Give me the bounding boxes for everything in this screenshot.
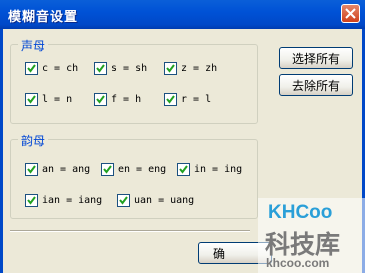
finals-group: 韵母 bbox=[10, 132, 258, 219]
checkbox-box[interactable] bbox=[25, 62, 38, 75]
watermark: KHCoo 科技库 khcoo.com bbox=[258, 198, 365, 273]
checkbox-label: l = n bbox=[42, 94, 73, 105]
check-icon bbox=[27, 95, 36, 104]
check-icon bbox=[27, 64, 36, 73]
close-button[interactable] bbox=[341, 4, 360, 23]
check-icon bbox=[179, 165, 188, 174]
checkbox-label: uan = uang bbox=[134, 195, 195, 206]
window-title: 模糊音设置 bbox=[8, 10, 79, 25]
checkbox-label: en = eng bbox=[118, 164, 167, 175]
checkbox-box[interactable] bbox=[94, 93, 107, 106]
checkbox-l-n[interactable]: l = n bbox=[25, 93, 72, 106]
check-icon bbox=[27, 196, 36, 205]
finals-legend: 韵母 bbox=[18, 132, 49, 149]
checkbox-an-ang[interactable]: an = ang bbox=[25, 163, 90, 176]
checkbox-box[interactable] bbox=[117, 194, 130, 207]
checkbox-s-sh[interactable]: s = sh bbox=[94, 62, 147, 75]
checkbox-box[interactable] bbox=[94, 62, 107, 75]
checkbox-label: ian = iang bbox=[42, 195, 103, 206]
check-icon bbox=[96, 95, 105, 104]
check-icon bbox=[166, 95, 175, 104]
title-bar: 模糊音设置 bbox=[0, 0, 365, 29]
checkbox-uan-uang[interactable]: uan = uang bbox=[117, 194, 194, 207]
checkbox-label: f = h bbox=[111, 94, 142, 105]
check-icon bbox=[103, 165, 112, 174]
initials-group: 声母 bbox=[10, 37, 258, 124]
check-icon bbox=[166, 64, 175, 73]
checkbox-box[interactable] bbox=[164, 93, 177, 106]
initials-legend: 声母 bbox=[18, 37, 49, 54]
checkbox-f-h[interactable]: f = h bbox=[94, 93, 141, 106]
checkbox-z-zh[interactable]: z = zh bbox=[164, 62, 217, 75]
watermark-url: khcoo.com bbox=[266, 256, 330, 270]
checkbox-en-eng[interactable]: en = eng bbox=[101, 163, 166, 176]
check-icon bbox=[96, 64, 105, 73]
checkbox-label: z = zh bbox=[181, 63, 218, 74]
checkbox-box[interactable] bbox=[25, 93, 38, 106]
check-icon bbox=[27, 165, 36, 174]
checkbox-label: r = l bbox=[181, 94, 212, 105]
checkbox-c-ch[interactable]: c = ch bbox=[25, 62, 78, 75]
checkbox-box[interactable] bbox=[25, 163, 38, 176]
remove-all-button[interactable]: 去除所有 bbox=[279, 74, 353, 96]
checkbox-box[interactable] bbox=[177, 163, 190, 176]
separator-line bbox=[10, 230, 250, 232]
confirm-button-label: 确 bbox=[212, 246, 225, 261]
select-all-button[interactable]: 选择所有 bbox=[279, 47, 353, 69]
checkbox-box[interactable] bbox=[25, 194, 38, 207]
check-icon bbox=[119, 196, 128, 205]
checkbox-in-ing[interactable]: in = ing bbox=[177, 163, 242, 176]
watermark-logo: KHCoo bbox=[268, 202, 333, 223]
checkbox-label: an = ang bbox=[42, 164, 91, 175]
checkbox-ian-iang[interactable]: ian = iang bbox=[25, 194, 102, 207]
checkbox-box[interactable] bbox=[164, 62, 177, 75]
checkbox-r-l[interactable]: r = l bbox=[164, 93, 211, 106]
checkbox-label: c = ch bbox=[42, 63, 79, 74]
checkbox-label: s = sh bbox=[111, 63, 148, 74]
checkbox-box[interactable] bbox=[101, 163, 114, 176]
close-icon bbox=[345, 8, 356, 19]
checkbox-label: in = ing bbox=[194, 164, 243, 175]
